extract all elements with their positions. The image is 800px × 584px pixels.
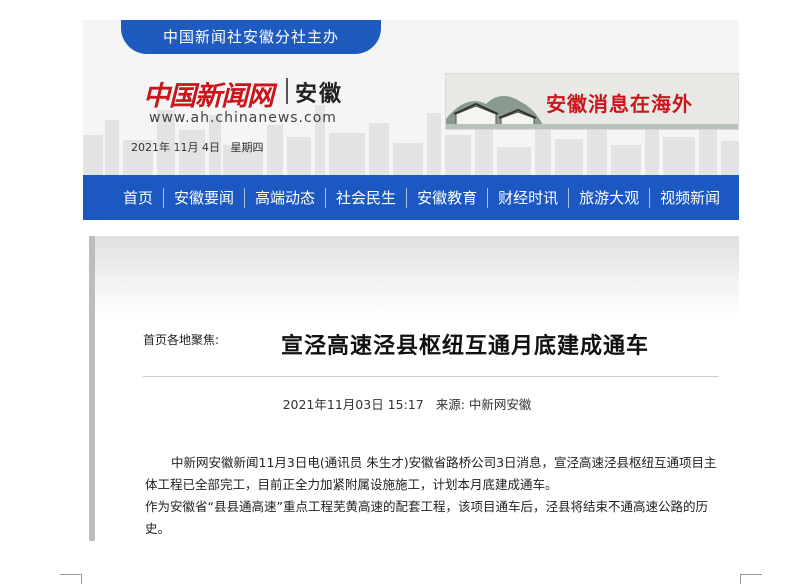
source-name: 中新网安徽 xyxy=(468,397,532,412)
main-nav: 首页 安徽要闻 高端动态 社会民生 安徽教育 财经时讯 旅游大观 视频新闻 xyxy=(83,175,739,220)
site-logo[interactable]: 中国新闻网 xyxy=(143,74,274,113)
source-label: 来源: xyxy=(435,397,465,412)
site-url: www.ah.chinanews.com xyxy=(149,110,337,126)
nav-item-video[interactable]: 视频新闻 xyxy=(650,187,730,208)
ad-banner[interactable]: 安徽消息在海外 xyxy=(445,73,739,130)
nav-item-anhui-news[interactable]: 安徽要闻 xyxy=(164,187,244,208)
weekday-text: 星期四 xyxy=(230,141,264,154)
nav-item-high-level[interactable]: 高端动态 xyxy=(245,187,325,208)
nav-item-home[interactable]: 首页 xyxy=(113,187,163,208)
article-body: 中新网安徽新闻11月3日电(通讯员 朱生才)安徽省路桥公司3日消息，宣泾高速泾县… xyxy=(145,452,725,540)
article-container: 首页各地聚焦: 宣泾高速泾县枢纽互通月底建成通车 2021年11月03日 15:… xyxy=(89,236,739,541)
page-corner-mark xyxy=(740,574,762,584)
date-text: 2021年 11月 4日 xyxy=(131,141,220,154)
current-date: 2021年 11月 4日 星期四 xyxy=(131,139,263,155)
paragraph: 中新网安徽新闻11月3日电(通讯员 朱生才)安徽省路桥公司3日消息，宣泾高速泾县… xyxy=(145,455,717,492)
site-header: 中国新闻社安徽分社主办 中国新闻网 安徽 www.ah.chinanews.co… xyxy=(83,20,739,175)
banner-text: 安徽消息在海外 xyxy=(546,92,693,116)
nav-item-finance[interactable]: 财经时讯 xyxy=(488,187,568,208)
article-header-gradient xyxy=(95,236,739,316)
nav-item-education[interactable]: 安徽教育 xyxy=(407,187,487,208)
article-meta: 2021年11月03日 15:17 来源: 中新网安徽 xyxy=(95,394,671,413)
nav-item-travel[interactable]: 旅游大观 xyxy=(569,187,649,208)
title-divider xyxy=(143,376,719,377)
page: 中国新闻社安徽分社主办 中国新闻网 安徽 www.ah.chinanews.co… xyxy=(0,0,800,584)
paragraph: 作为安徽省“县县通高速”重点工程芜黄高速的配套工程，该项目通车后，泾县将结束不通… xyxy=(145,499,708,536)
article-title: 宣泾高速泾县枢纽互通月底建成通车 xyxy=(281,334,650,359)
sponsor-banner: 中国新闻社安徽分社主办 xyxy=(121,20,381,54)
publish-datetime: 2021年11月03日 15:17 xyxy=(282,397,424,412)
logo-region: 安徽 xyxy=(295,82,344,107)
logo-divider xyxy=(286,78,288,104)
breadcrumb[interactable]: 首页各地聚焦: xyxy=(143,331,219,348)
nav-item-society[interactable]: 社会民生 xyxy=(326,187,406,208)
page-corner-mark xyxy=(60,574,82,584)
